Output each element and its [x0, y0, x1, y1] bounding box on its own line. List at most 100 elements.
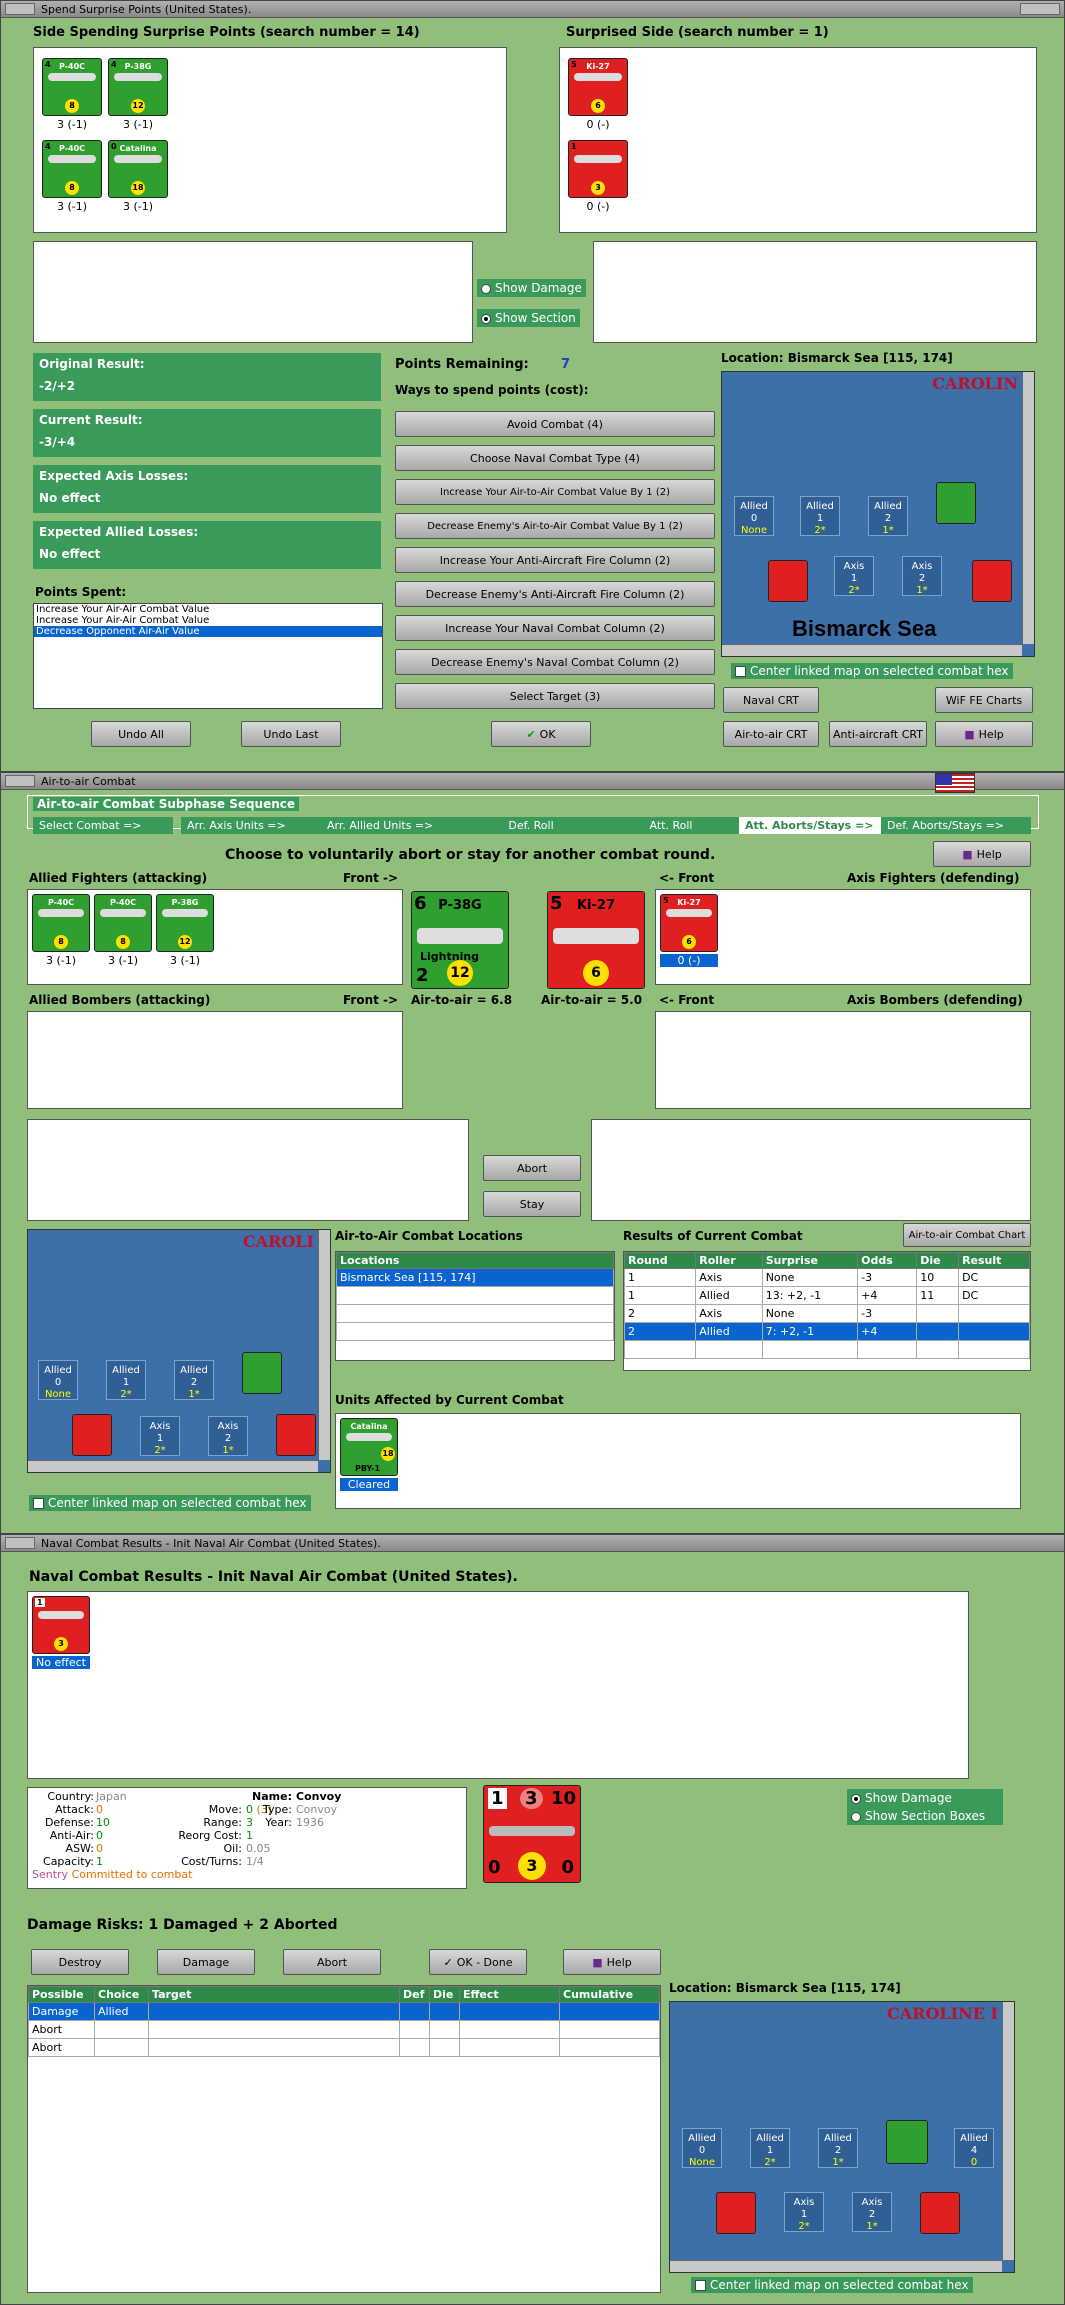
help-button[interactable]: ■ Help: [933, 841, 1031, 867]
help-button[interactable]: ■ Help: [935, 721, 1033, 747]
allied-counter-catalina[interactable]: 0 Catalina 18: [108, 140, 168, 198]
list-item[interactable]: Decrease Opponent Air-Air Value: [34, 626, 382, 637]
show-damage-radio[interactable]: Show Damage: [847, 1789, 1003, 1807]
linked-map[interactable]: CAROLIN Allied 0 None Allied 1 2* Allied 2 1* …: [721, 371, 1035, 657]
map-vertical-scrollbar[interactable]: [1022, 372, 1034, 644]
map-unit-counter[interactable]: [886, 2120, 928, 2164]
help-button[interactable]: ■ Help: [563, 1949, 661, 1975]
ok-done-button[interactable]: ✓ OK - Done: [429, 1949, 527, 1975]
table-row[interactable]: 1 Axis None -3 10 DC: [623, 1268, 1030, 1287]
window-titlebar[interactable]: Naval Combat Results - Init Naval Air Co…: [1, 1535, 1064, 1552]
convoy-counter[interactable]: 13: [32, 1596, 90, 1654]
map-unit-counter[interactable]: [768, 560, 808, 602]
map-vertical-scrollbar[interactable]: [1002, 2002, 1014, 2260]
affected-unit-counter[interactable]: Catalina 18 PBY-1: [340, 1418, 398, 1476]
destroy-button[interactable]: Destroy: [31, 1949, 129, 1975]
air-combat-chart-button[interactable]: Air-to-air Combat Chart: [903, 1223, 1031, 1247]
center-map-checkbox[interactable]: Center linked map on selected combat hex: [29, 1495, 311, 1511]
map-hex[interactable]: Allied 1 2*: [800, 496, 840, 536]
air-crt-button[interactable]: Air-to-air CRT: [723, 721, 819, 747]
window-menu-icon[interactable]: [5, 3, 35, 15]
map-hex[interactable]: Allied 2 1*: [868, 496, 908, 536]
list-item[interactable]: Increase Your Air-Air Combat Value: [34, 615, 382, 626]
map-hex[interactable]: Allied 0 None: [682, 2128, 722, 2168]
show-section-radio[interactable]: Show Section: [477, 309, 580, 327]
window-menu-icon[interactable]: [5, 775, 35, 787]
map-unit-counter[interactable]: [72, 1414, 112, 1456]
undo-all-button[interactable]: Undo All: [91, 721, 191, 747]
table-row[interactable]: [336, 1304, 614, 1323]
map-horizontal-scrollbar[interactable]: [28, 1460, 318, 1472]
ok-button[interactable]: ✔ OK: [491, 721, 591, 747]
center-map-checkbox[interactable]: Center linked map on selected combat hex: [731, 663, 1013, 679]
map-hex[interactable]: Axis 2 1*: [852, 2192, 892, 2232]
map-unit-counter[interactable]: [920, 2192, 960, 2234]
table-row[interactable]: [336, 1322, 614, 1341]
axis-counter-convoy[interactable]: 13: [568, 140, 628, 198]
map-hex[interactable]: Axis 1 2*: [784, 2192, 824, 2232]
window-controls-icon[interactable]: [1020, 3, 1060, 15]
decrease-enemy-air-button[interactable]: Decrease Enemy's Air-to-Air Combat Value…: [395, 513, 715, 539]
map-unit-counter[interactable]: [936, 482, 976, 524]
window-menu-icon[interactable]: [5, 1537, 35, 1549]
abort-button[interactable]: Abort: [483, 1155, 581, 1181]
map-hex[interactable]: Axis 1 2*: [834, 556, 874, 596]
axis-counter-ki27[interactable]: 5 Ki-27 6: [568, 58, 628, 116]
linked-map[interactable]: CAROLI Allied 0 None Allied 1 2* Allied 2 1* A…: [27, 1229, 331, 1473]
increase-naval-button[interactable]: Increase Your Naval Combat Column (2): [395, 615, 715, 641]
map-unit-counter[interactable]: [276, 1414, 316, 1456]
abort-button[interactable]: Abort: [283, 1949, 381, 1975]
choose-naval-type-button[interactable]: Choose Naval Combat Type (4): [395, 445, 715, 471]
table-row[interactable]: 2 Axis None -3: [623, 1304, 1030, 1323]
map-hex[interactable]: Allied 1 2*: [106, 1360, 146, 1400]
list-item[interactable]: Increase Your Air-Air Combat Value: [34, 604, 382, 615]
linked-map[interactable]: CAROLINE I Allied 0 None Allied 1 2* Allied 2…: [669, 2001, 1015, 2273]
select-target-button[interactable]: Select Target (3): [395, 683, 715, 709]
map-hex[interactable]: Allied 4 0: [954, 2128, 994, 2168]
map-unit-counter[interactable]: [242, 1352, 282, 1394]
wif-fe-charts-button[interactable]: WiF FE Charts: [935, 687, 1033, 713]
table-row[interactable]: [336, 1286, 614, 1305]
map-horizontal-scrollbar[interactable]: [722, 644, 1022, 656]
map-hex[interactable]: Allied 1 2*: [750, 2128, 790, 2168]
fighter-counter[interactable]: P-40C 8: [94, 894, 152, 952]
decrease-enemy-aa-button[interactable]: Decrease Enemy's Anti-Aircraft Fire Colu…: [395, 581, 715, 607]
center-map-checkbox[interactable]: Center linked map on selected combat hex: [691, 2277, 973, 2293]
map-hex[interactable]: Allied 2 1*: [174, 1360, 214, 1400]
map-horizontal-scrollbar[interactable]: [670, 2260, 1002, 2272]
show-damage-radio[interactable]: Show Damage: [477, 279, 586, 297]
aa-crt-button[interactable]: Anti-aircraft CRT: [829, 721, 927, 747]
naval-crt-button[interactable]: Naval CRT: [723, 687, 819, 713]
show-section-boxes-radio[interactable]: Show Section Boxes: [847, 1807, 1003, 1825]
convoy-large-counter[interactable]: 1 3 10 0 3 0: [483, 1785, 581, 1883]
map-hex[interactable]: Allied 2 1*: [818, 2128, 858, 2168]
table-row[interactable]: 1 Allied 13: +2, -1 +4 11 DC: [623, 1286, 1030, 1305]
map-hex[interactable]: Axis 2 1*: [208, 1416, 248, 1456]
increase-air-value-button[interactable]: Increase Your Air-to-Air Combat Value By…: [395, 479, 715, 505]
front-allied-counter[interactable]: 6 P-38G Lightning 2 12: [411, 891, 509, 989]
map-hex[interactable]: Allied 0 None: [38, 1360, 78, 1400]
allied-counter-p40c-1[interactable]: 4 P-40C 8: [42, 58, 102, 116]
map-hex[interactable]: Axis 1 2*: [140, 1416, 180, 1456]
map-hex[interactable]: Axis 2 1*: [902, 556, 942, 596]
stay-button[interactable]: Stay: [483, 1191, 581, 1217]
decrease-enemy-naval-button[interactable]: Decrease Enemy's Naval Combat Column (2): [395, 649, 715, 675]
table-row[interactable]: [623, 1340, 1030, 1359]
allied-counter-p38g[interactable]: 4 P-38G 12: [108, 58, 168, 116]
points-spent-list[interactable]: Increase Your Air-Air Combat Value Incre…: [33, 603, 383, 709]
front-axis-counter[interactable]: 5 Ki-27 6: [547, 891, 645, 989]
avoid-combat-button[interactable]: Avoid Combat (4): [395, 411, 715, 437]
map-vertical-scrollbar[interactable]: [318, 1230, 330, 1460]
increase-aa-button[interactable]: Increase Your Anti-Aircraft Fire Column …: [395, 547, 715, 573]
fighter-counter[interactable]: P-38G 12: [156, 894, 214, 952]
window-titlebar[interactable]: Spend Surprise Points (United States).: [1, 1, 1064, 18]
damage-button[interactable]: Damage: [157, 1949, 255, 1975]
table-row[interactable]: Damage Allied: [28, 2002, 660, 2021]
undo-last-button[interactable]: Undo Last: [241, 721, 341, 747]
map-unit-counter[interactable]: [716, 2192, 756, 2234]
table-row[interactable]: Abort: [28, 2038, 660, 2057]
fighter-counter[interactable]: 5 Ki-27 6: [660, 894, 718, 952]
window-titlebar[interactable]: Air-to-air Combat: [1, 773, 1064, 790]
table-row[interactable]: Bismarck Sea [115, 174]: [336, 1268, 614, 1287]
table-row[interactable]: 2 Allied 7: +2, -1 +4: [623, 1322, 1030, 1341]
